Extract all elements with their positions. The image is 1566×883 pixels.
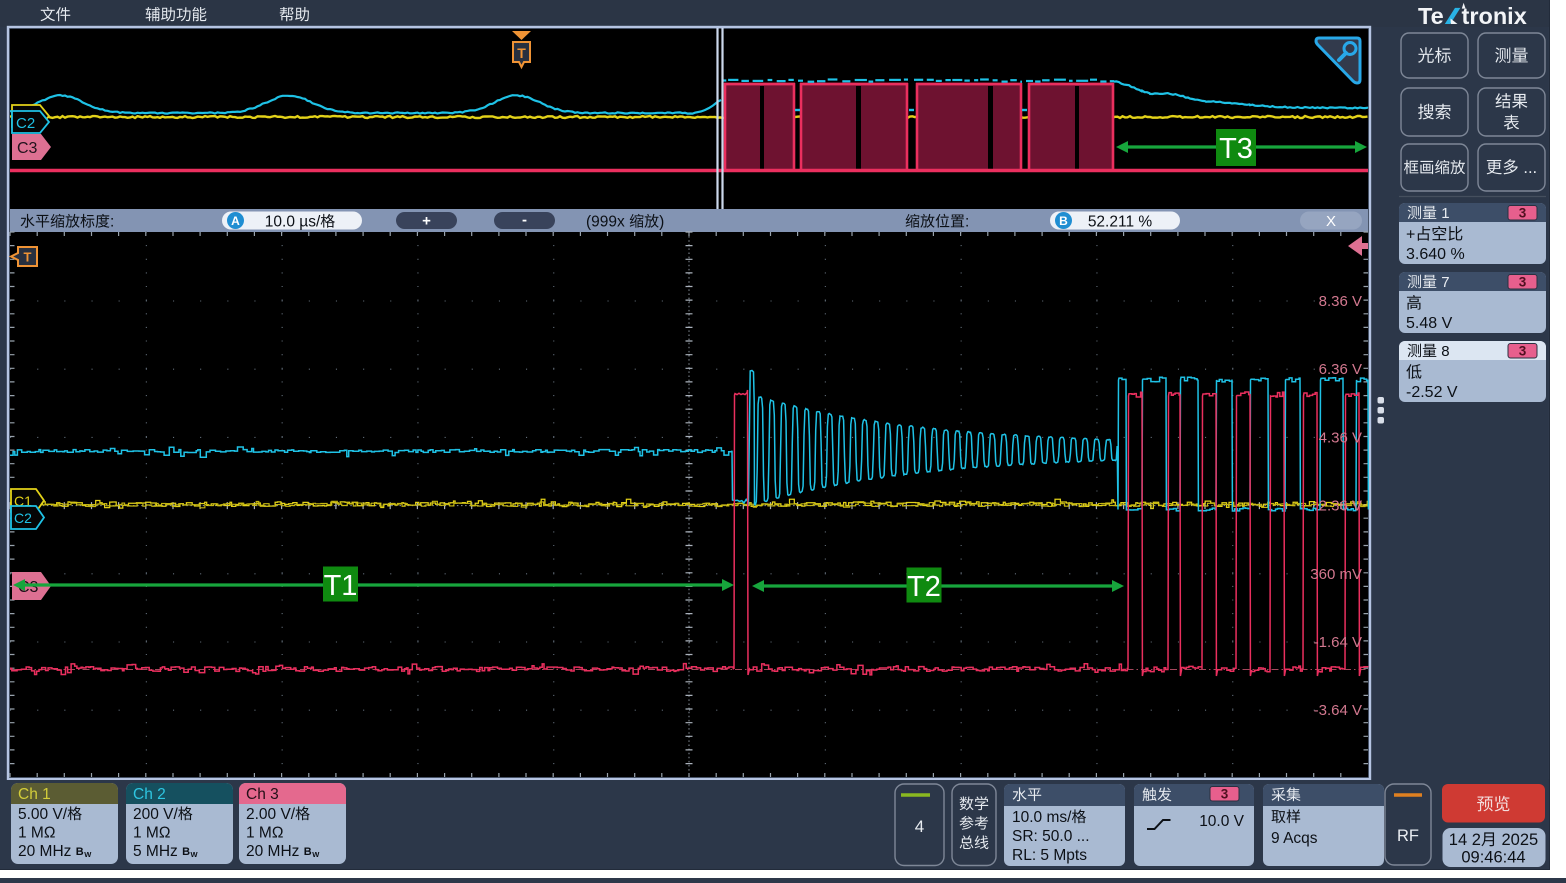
svg-text:10.0 µs/: 10.0 µs/ — [265, 214, 321, 231]
svg-text::: : — [965, 214, 969, 231]
svg-text:Te: Te — [1418, 3, 1444, 29]
svg-text:RL: 5 Mpts: RL: 5 Mpts — [1012, 847, 1087, 864]
svg-text:4.36 V: 4.36 V — [1319, 429, 1362, 446]
svg-text:200 V/: 200 V/ — [133, 806, 179, 823]
svg-text:3: 3 — [1221, 787, 1229, 802]
svg-text:Ch 3: Ch 3 — [246, 786, 279, 803]
svg-text:W: W — [191, 850, 199, 859]
svg-text:2.00 V/: 2.00 V/ — [246, 806, 296, 823]
svg-text:-1.64 V: -1.64 V — [1314, 634, 1362, 651]
svg-text:14 2: 14 2 — [1449, 831, 1481, 849]
svg-text:+: + — [1406, 227, 1415, 244]
svg-text:Ch 2: Ch 2 — [133, 786, 166, 803]
svg-text:tronix: tronix — [1462, 3, 1527, 29]
svg-text:Ch 1: Ch 1 — [18, 786, 51, 803]
svg-text:1 MΩ: 1 MΩ — [133, 825, 170, 842]
svg-text:T1: T1 — [324, 570, 358, 602]
svg-text:C2: C2 — [16, 115, 35, 132]
svg-text:W: W — [312, 850, 320, 859]
svg-text:9 Acqs: 9 Acqs — [1271, 830, 1318, 847]
svg-text::: : — [110, 214, 114, 231]
svg-text:T2: T2 — [907, 571, 941, 603]
svg-text:10.0 V: 10.0 V — [1199, 813, 1244, 830]
svg-text:1 MΩ: 1 MΩ — [246, 825, 283, 842]
svg-text:20 MHz: 20 MHz — [246, 843, 299, 860]
svg-text:...: ... — [1523, 159, 1537, 177]
svg-text:C2: C2 — [14, 510, 32, 526]
svg-text:7: 7 — [1441, 274, 1449, 291]
svg-text:3: 3 — [1519, 275, 1527, 290]
svg-text:3: 3 — [1519, 206, 1527, 221]
svg-text:W: W — [84, 850, 92, 859]
svg-text:52.211 %: 52.211 % — [1088, 214, 1153, 231]
svg-text:8.36 V: 8.36 V — [1319, 293, 1362, 310]
svg-text:T3: T3 — [1219, 133, 1253, 165]
svg-text:T: T — [24, 250, 32, 265]
svg-text:8: 8 — [1441, 343, 1449, 360]
svg-text:3.640 %: 3.640 % — [1406, 246, 1465, 263]
svg-text:-2.52 V: -2.52 V — [1406, 384, 1458, 401]
svg-text:20 MHz: 20 MHz — [18, 843, 71, 860]
svg-text:3: 3 — [1519, 344, 1527, 359]
svg-text:T: T — [517, 45, 526, 61]
svg-text:6.36 V: 6.36 V — [1319, 361, 1362, 378]
svg-text:-: - — [522, 212, 527, 229]
svg-text:): ) — [659, 214, 664, 231]
svg-text:SR: 50.0 ...: SR: 50.0 ... — [1012, 828, 1090, 845]
svg-text:2025: 2025 — [1502, 831, 1539, 849]
svg-text:09:46:44: 09:46:44 — [1461, 849, 1525, 867]
svg-text:-3.64 V: -3.64 V — [1314, 702, 1362, 719]
svg-text:B: B — [182, 846, 190, 858]
svg-text:1: 1 — [1441, 205, 1449, 222]
svg-text:B: B — [76, 846, 84, 858]
svg-text:A: A — [231, 214, 240, 228]
svg-text:1 MΩ: 1 MΩ — [18, 825, 55, 842]
svg-text:360 mV: 360 mV — [1310, 566, 1362, 583]
svg-text:2.36 V: 2.36 V — [1319, 498, 1362, 515]
svg-text:5.00 V/: 5.00 V/ — [18, 806, 68, 823]
svg-text:B: B — [304, 846, 312, 858]
svg-text:5.48 V: 5.48 V — [1406, 315, 1453, 332]
svg-text:5 MHz: 5 MHz — [133, 843, 178, 860]
svg-text:4: 4 — [915, 817, 924, 836]
svg-text:X: X — [1326, 213, 1336, 230]
svg-text:C3: C3 — [17, 140, 38, 157]
svg-text:(999x: (999x — [586, 214, 625, 231]
svg-text:10.0 ms/: 10.0 ms/ — [1012, 809, 1072, 826]
svg-text:B: B — [1059, 214, 1068, 228]
svg-text:RF: RF — [1397, 827, 1419, 845]
svg-text:+: + — [422, 213, 431, 230]
